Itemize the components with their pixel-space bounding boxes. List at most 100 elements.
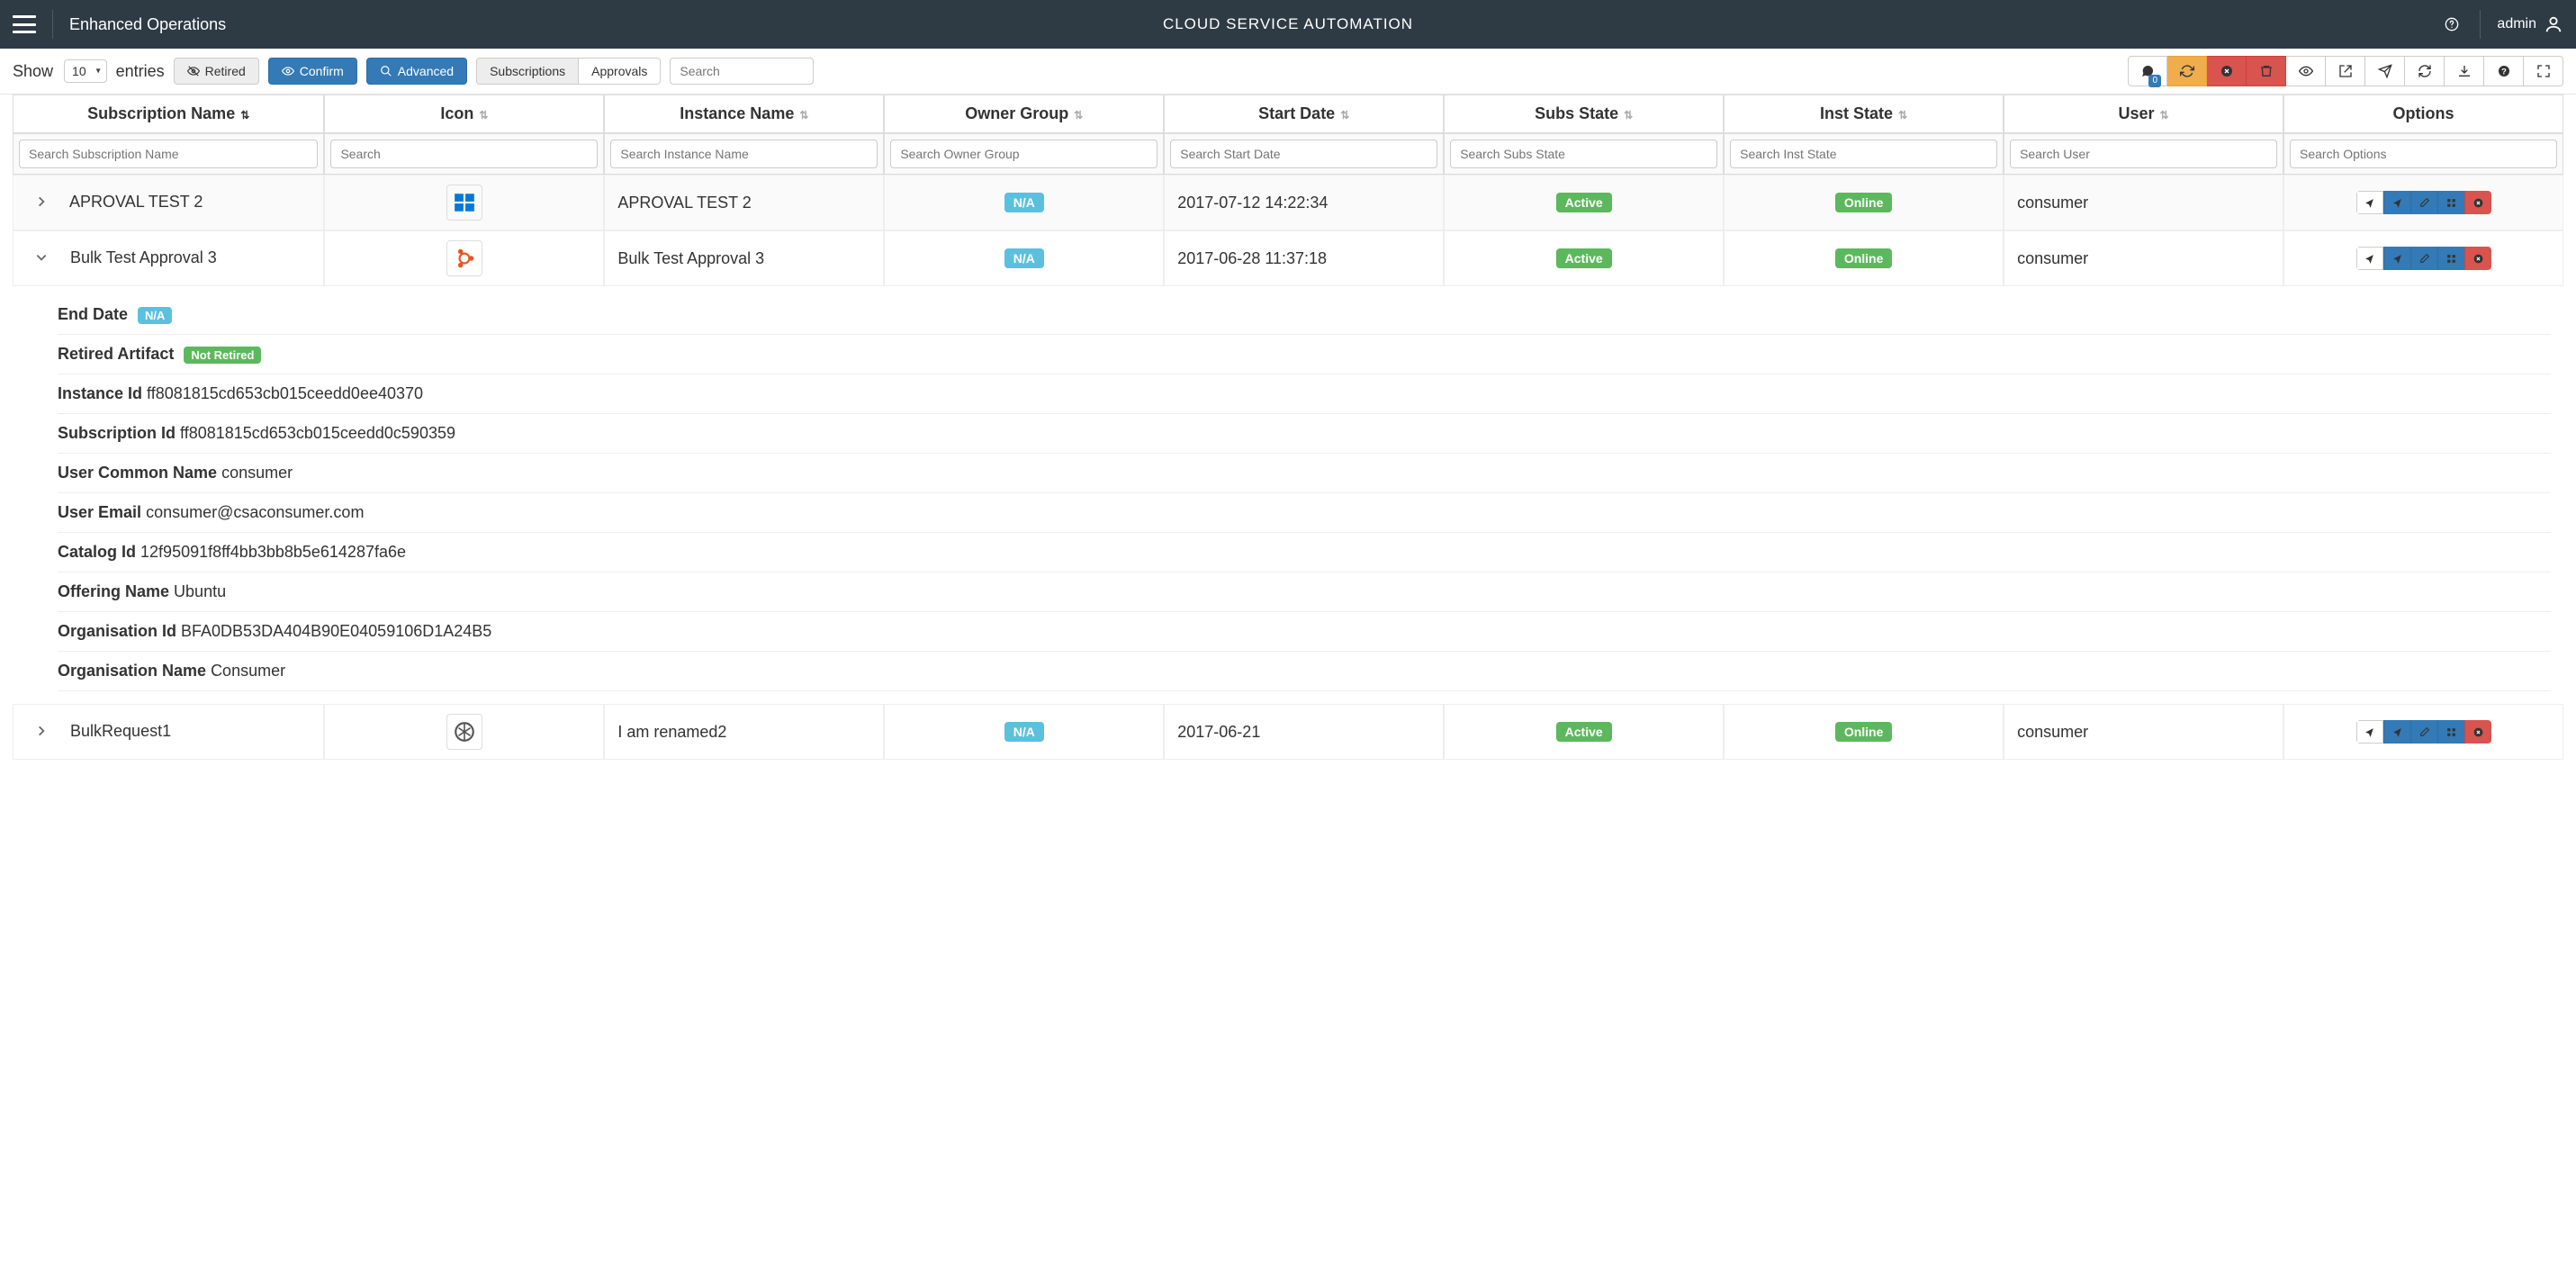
expand-toggle[interactable] (26, 194, 57, 212)
cell-instance-name: APROVAL TEST 2 (604, 175, 884, 230)
cancel-button[interactable] (2207, 56, 2247, 86)
option-edit-button[interactable] (2410, 191, 2437, 214)
search-input[interactable] (670, 58, 814, 85)
option-forward-button[interactable] (2356, 247, 2383, 270)
table-header-row: Subscription Name⇅ Icon⇅ Instance Name⇅ … (13, 95, 2563, 133)
option-share-button[interactable] (2383, 720, 2410, 744)
filter-icon[interactable] (330, 140, 598, 168)
col-subscription-name[interactable]: Subscription Name⇅ (13, 95, 324, 133)
col-icon[interactable]: Icon⇅ (324, 95, 604, 133)
fullscreen-button[interactable] (2524, 56, 2563, 86)
cell-owner-group: N/A (884, 704, 1164, 760)
detail-value: 12f95091f8ff4bb3bb8b5e614287fa6e (140, 543, 406, 561)
table-row-details: End Date N/A Retired Artifact Not Retire… (13, 286, 2563, 704)
os-icon (446, 240, 482, 276)
delete-button[interactable] (2247, 56, 2286, 86)
detail-label: Subscription Id (58, 424, 176, 442)
option-grid-button[interactable] (2437, 191, 2464, 214)
filter-subs-state[interactable] (1450, 140, 1717, 168)
tab-approvals[interactable]: Approvals (578, 59, 660, 84)
share-icon (2364, 253, 2375, 265)
share-icon (2391, 197, 2403, 209)
filter-owner-group[interactable] (890, 140, 1157, 168)
edit-icon (2418, 253, 2430, 265)
expand-toggle[interactable] (26, 723, 57, 742)
app-header: Enhanced Operations CLOUD SERVICE AUTOMA… (0, 0, 2576, 49)
info-button[interactable] (2484, 56, 2524, 86)
cell-instance-name: Bulk Test Approval 3 (604, 230, 884, 286)
filter-user[interactable] (2010, 140, 2277, 168)
table-row: Bulk Test Approval 3 Bulk Test Approval … (13, 230, 2563, 286)
send-button[interactable] (2365, 56, 2405, 86)
option-delete-button[interactable] (2464, 191, 2491, 214)
view-tabs: Subscriptions Approvals (476, 58, 661, 85)
option-grid-button[interactable] (2437, 720, 2464, 744)
col-subs-state[interactable]: Subs State⇅ (1444, 95, 1724, 133)
option-delete-button[interactable] (2464, 247, 2491, 270)
option-forward-button[interactable] (2356, 720, 2383, 744)
row-options (2356, 191, 2491, 214)
option-delete-button[interactable] (2464, 720, 2491, 744)
cell-instance-name: I am renamed2 (604, 704, 884, 760)
cell-subscription-name: Bulk Test Approval 3 (13, 230, 324, 286)
cell-start-date: 2017-06-28 11:37:18 (1164, 230, 1444, 286)
option-edit-button[interactable] (2410, 720, 2437, 744)
cell-inst-state: Online (1724, 230, 2004, 286)
col-options[interactable]: Options (2283, 95, 2563, 133)
cell-user: consumer (2004, 175, 2283, 230)
filter-inst-state[interactable] (1730, 140, 1997, 168)
col-user[interactable]: User⇅ (2004, 95, 2283, 133)
detail-line: User Email consumer@csaconsumer.com (58, 493, 2551, 533)
option-share-button[interactable] (2383, 247, 2410, 270)
detail-value: consumer@csaconsumer.com (146, 503, 364, 521)
detail-label: Retired Artifact (58, 345, 174, 363)
user-label: admin (2497, 16, 2536, 32)
filter-instance-name[interactable] (610, 140, 878, 168)
cell-options (2283, 175, 2563, 230)
option-edit-button[interactable] (2410, 247, 2437, 270)
subscription-name-value: BulkRequest1 (70, 722, 171, 740)
cell-options (2283, 704, 2563, 760)
detail-badge: Not Retired (184, 347, 261, 364)
detail-value: consumer (221, 464, 293, 482)
cell-start-date: 2017-07-12 14:22:34 (1164, 175, 1444, 230)
row-options (2356, 720, 2491, 744)
view-button[interactable] (2286, 56, 2326, 86)
share-icon (2391, 726, 2403, 738)
filter-options[interactable] (2290, 140, 2557, 168)
refresh-button[interactable] (2167, 56, 2207, 86)
option-grid-button[interactable] (2437, 247, 2464, 270)
download-button[interactable] (2445, 56, 2484, 86)
col-owner-group[interactable]: Owner Group⇅ (884, 95, 1164, 133)
filter-start-date[interactable] (1170, 140, 1437, 168)
option-share-button[interactable] (2383, 191, 2410, 214)
notifications-button[interactable]: 0 (2128, 56, 2167, 86)
detail-line: Catalog Id 12f95091f8ff4bb3bb8b5e614287f… (58, 533, 2551, 572)
user-menu[interactable]: admin (2497, 14, 2563, 34)
show-label: Show (13, 62, 53, 81)
export-button[interactable] (2326, 56, 2365, 86)
sync-button[interactable] (2405, 56, 2445, 86)
help-icon[interactable] (2440, 13, 2463, 36)
chevron-icon (35, 725, 48, 737)
notification-badge: 0 (2148, 75, 2161, 87)
retired-button[interactable]: Retired (174, 58, 259, 85)
confirm-button[interactable]: Confirm (268, 58, 357, 85)
cell-owner-group: N/A (884, 175, 1164, 230)
cell-user: consumer (2004, 704, 2283, 760)
cell-subs-state: Active (1444, 704, 1724, 760)
col-inst-state[interactable]: Inst State⇅ (1724, 95, 2004, 133)
menu-icon[interactable] (13, 15, 36, 33)
expand-toggle[interactable] (26, 249, 57, 268)
col-instance-name[interactable]: Instance Name⇅ (604, 95, 884, 133)
share-icon (2364, 726, 2375, 738)
cell-icon (324, 704, 604, 760)
tab-subscriptions[interactable]: Subscriptions (477, 59, 578, 84)
col-start-date[interactable]: Start Date⇅ (1164, 95, 1444, 133)
filter-subscription-name[interactable] (19, 140, 318, 168)
entries-select[interactable]: 10 (64, 59, 107, 83)
toolbar-actions: 0 (2128, 56, 2563, 86)
divider (52, 10, 53, 39)
option-forward-button[interactable] (2356, 191, 2383, 214)
advanced-button[interactable]: Advanced (366, 58, 467, 85)
